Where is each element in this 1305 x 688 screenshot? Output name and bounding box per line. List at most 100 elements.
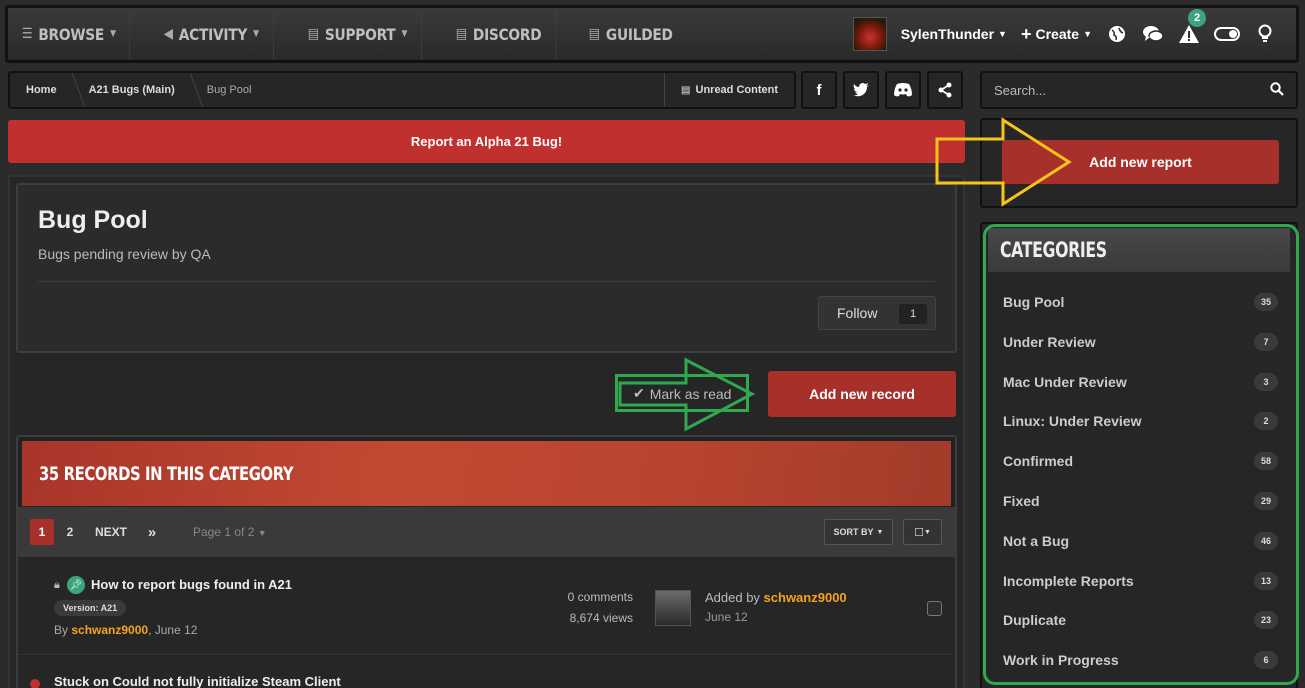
pin-icon: 📌︎ <box>67 576 85 594</box>
select-all-button[interactable]: ☐ ▼ <box>903 519 942 545</box>
breadcrumb: Home A21 Bugs (Main) Bug Pool ▤ Unread C… <box>8 71 796 109</box>
add-new-record-label: Add new record <box>809 386 915 402</box>
page-jump-dropdown[interactable]: Page 1 of 2 ▼ <box>193 525 267 539</box>
user-nav: SylenThunder ▼ + Create ▼ 2 <box>852 8 1296 60</box>
caret-down-icon: ▼ <box>253 29 260 39</box>
user-avatar[interactable] <box>852 17 887 51</box>
report-bug-banner[interactable]: Report an Alpha 21 Bug! <box>8 120 965 163</box>
plus-icon: + <box>1020 23 1032 44</box>
checkbox-icon: ☐ <box>914 526 924 539</box>
record-author-link[interactable]: schwanz9000 <box>71 623 148 637</box>
added-by-line: Added by schwanz9000 <box>705 590 847 605</box>
create-menu[interactable]: + Create ▼ <box>1021 24 1092 45</box>
follow-count: 1 <box>899 304 927 324</box>
added-date: June 12 <box>705 610 748 624</box>
page-title: Bug Pool <box>38 206 148 234</box>
added-by-prefix: Added by <box>705 590 764 605</box>
user-menu[interactable]: SylenThunder ▼ <box>901 26 1007 42</box>
lock-icon: 🔒︎ <box>54 579 60 591</box>
megaphone-icon: ◀ <box>164 26 174 42</box>
record-author-prefix: By <box>54 623 72 637</box>
page-2-button[interactable]: 2 <box>60 519 80 545</box>
sort-by-button[interactable]: SORT BY ▼ <box>824 519 893 545</box>
annotation-highlight-box <box>983 224 1299 685</box>
caret-down-icon: ▼ <box>1083 29 1092 39</box>
list-icon: ☰ <box>21 26 33 42</box>
record-title-link[interactable]: Stuck on Could not fully initialize Stea… <box>54 674 341 688</box>
add-new-report-button[interactable]: Add new report <box>1002 140 1279 184</box>
notifications-icon[interactable]: 2 <box>1178 9 1206 45</box>
row-checkbox[interactable] <box>927 601 942 616</box>
breadcrumb-home[interactable]: Home <box>10 73 73 107</box>
share-button[interactable] <box>927 71 963 109</box>
page-description: Bugs pending review by QA <box>38 246 211 262</box>
nav-support-label: SUPPORT <box>324 24 396 44</box>
category-header <box>16 183 957 353</box>
divider <box>38 281 935 282</box>
last-page-icon[interactable]: » <box>143 519 161 545</box>
follow-button[interactable]: Follow 1 <box>818 296 936 330</box>
document-icon: ▤ <box>307 26 319 42</box>
page-of-label: Page 1 of 2 <box>193 525 255 539</box>
twitter-share-button[interactable] <box>843 71 879 109</box>
unread-content-label: Unread Content <box>695 84 779 96</box>
add-new-record-button[interactable]: Add new record <box>768 371 956 417</box>
table-row <box>18 557 955 655</box>
top-navigation-bar: ☰ BROWSE ▼ ◀ ACTIVITY ▼ ▤ SUPPORT ▼ ▤ DI… <box>5 5 1299 63</box>
messages-icon[interactable] <box>1142 23 1164 45</box>
nav-guilded-label: GUILDED <box>605 24 673 44</box>
sort-by-label: SORT BY <box>833 527 874 537</box>
main-nav: ☰ BROWSE ▼ ◀ ACTIVITY ▼ ▤ SUPPORT ▼ ▤ DI… <box>8 8 673 60</box>
nav-discord-label: DISCORD <box>473 24 542 44</box>
share-icon <box>938 82 952 98</box>
page-1-button[interactable]: 1 <box>30 519 54 545</box>
unread-content-link[interactable]: ▤ Unread Content <box>664 73 794 107</box>
discord-share-button[interactable] <box>885 71 921 109</box>
view-count: 8,674 views <box>569 611 633 625</box>
next-page-button[interactable]: NEXT <box>92 519 130 545</box>
inbox-icon: ▤ <box>681 84 691 96</box>
nav-browse[interactable]: ☰ BROWSE ▼ <box>8 8 131 60</box>
user-name: SylenThunder <box>900 26 995 42</box>
record-date: , June 12 <box>148 623 198 637</box>
report-bug-banner-text: Report an Alpha 21 Bug! <box>410 134 563 149</box>
document-icon: ▤ <box>456 26 468 42</box>
discord-icon <box>894 83 912 97</box>
records-heading-text: 35 RECORDS IN THIS CATEGORY <box>39 462 294 485</box>
nav-activity-label: ACTIVITY <box>179 24 248 44</box>
caret-down-icon: ▼ <box>876 528 884 536</box>
notification-badge: 2 <box>1188 9 1206 27</box>
nav-discord[interactable]: ▤ DISCORD <box>442 8 557 60</box>
caret-down-icon: ▼ <box>923 528 931 536</box>
nav-activity[interactable]: ◀ ACTIVITY ▼ <box>150 8 274 60</box>
nav-guilded[interactable]: ▤ GUILDED <box>575 8 686 60</box>
follow-label: Follow <box>837 305 878 321</box>
facebook-share-button[interactable]: f <box>801 71 837 109</box>
facebook-icon: f <box>816 81 822 99</box>
theme-toggle[interactable] <box>1214 27 1240 41</box>
annotation-highlight-box <box>615 374 749 412</box>
added-by-link[interactable]: schwanz9000 <box>764 590 847 605</box>
unread-indicator <box>30 679 40 688</box>
comment-count: 0 comments <box>567 590 633 604</box>
lightbulb-icon[interactable] <box>1254 23 1276 45</box>
record-title-link[interactable]: How to report bugs found in A21 <box>91 577 292 592</box>
nav-support[interactable]: ▤ SUPPORT ▼ <box>294 8 422 60</box>
records-heading: 35 RECORDS IN THIS CATEGORY <box>22 441 951 506</box>
add-new-report-label: Add new report <box>1089 154 1192 170</box>
search-placeholder: Search... <box>994 82 1047 98</box>
search-input[interactable]: Search... <box>980 71 1298 109</box>
caret-down-icon: ▼ <box>257 528 267 538</box>
record-author-line: By schwanz9000, June 12 <box>54 623 197 637</box>
caret-down-icon: ▼ <box>998 29 1007 39</box>
search-icon[interactable] <box>1270 81 1284 99</box>
globe-icon[interactable] <box>1106 23 1128 45</box>
create-label: Create <box>1035 26 1080 42</box>
caret-down-icon: ▼ <box>110 29 116 39</box>
version-tag: Version: A21 <box>54 600 127 616</box>
author-avatar[interactable] <box>655 590 691 626</box>
twitter-icon <box>853 83 869 97</box>
caret-down-icon: ▼ <box>401 29 407 39</box>
breadcrumb-bug-pool: Bug Pool <box>206 84 252 96</box>
breadcrumb-a21-bugs[interactable]: A21 Bugs (Main) <box>73 73 191 107</box>
